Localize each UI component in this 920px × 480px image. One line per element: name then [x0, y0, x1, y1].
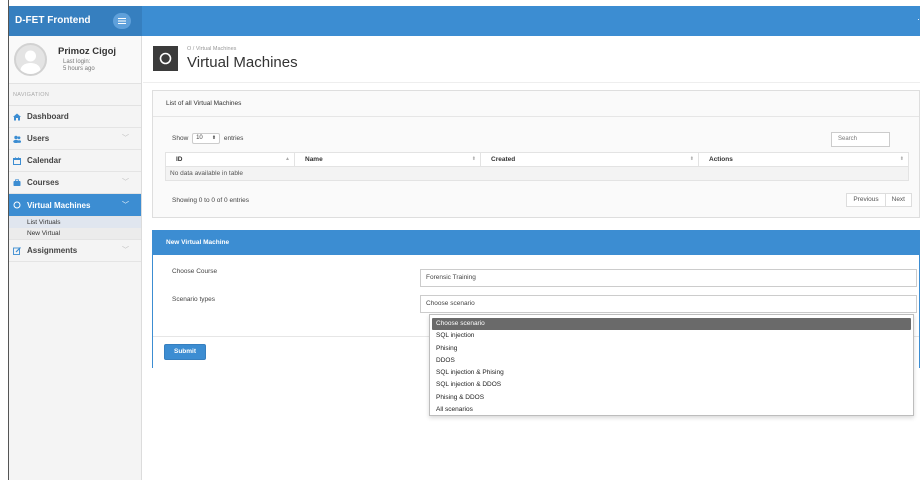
scenario-option[interactable]: SQL injection & Phising: [430, 367, 913, 379]
course-label: Choose Course: [172, 268, 218, 275]
entries-label: entries: [223, 135, 244, 143]
table-info: Showing 0 to 0 of 0 entries: [172, 197, 249, 204]
sidebar-item-dashboard[interactable]: Dashboard: [9, 106, 141, 128]
sidebar-item-assignments[interactable]: Assignments ﹀: [9, 240, 141, 262]
calendar-icon: [13, 157, 21, 165]
divider: [143, 82, 920, 83]
sidebar-item-label: Dashboard: [27, 112, 69, 121]
sidebar-item-courses[interactable]: Courses ﹀: [9, 172, 141, 194]
table-row: No data available in table: [165, 166, 909, 181]
sidebar-item-label: Virtual Machines: [27, 201, 91, 210]
pagination: Previous Next: [846, 193, 912, 207]
scenario-dropdown-list: Choose scenario SQL injection Phising DD…: [429, 314, 914, 416]
sidebar-item-calendar[interactable]: Calendar: [9, 150, 141, 172]
entries-select[interactable]: 10 ⬍: [192, 133, 221, 144]
box-title: New Virtual Machine: [153, 231, 919, 255]
scenario-option[interactable]: SQL injection & DDOS: [430, 379, 913, 391]
courses-icon: [13, 179, 21, 186]
chevron-down-icon: ﹀: [122, 179, 129, 186]
user-panel: Primoz Cigoj Last login: 5 hours ago: [9, 36, 141, 84]
entries-length-control: Show 10 ⬍ entries: [172, 133, 243, 144]
column-label: Name: [305, 156, 323, 163]
sidebar-submenu: List Virtuals New Virtual: [9, 217, 141, 240]
sidebar-item-users[interactable]: Users ﹀: [9, 128, 141, 150]
column-header-name[interactable]: Name ⬍: [294, 152, 481, 167]
sidebar: Primoz Cigoj Last login: 5 hours ago NAV…: [9, 36, 142, 480]
chevron-down-icon: ﹀: [122, 202, 129, 209]
breadcrumb[interactable]: O / Virtual Machines: [187, 46, 236, 52]
scenario-option[interactable]: Phising & DDOS: [430, 392, 913, 404]
column-label: Actions: [709, 156, 733, 163]
sort-icon: ⬍: [471, 156, 476, 162]
sidebar-subitem-list-virtuals[interactable]: List Virtuals: [9, 217, 141, 228]
sidebar-item-label: Assignments: [27, 246, 78, 255]
entries-value: 10: [196, 135, 203, 141]
scenario-option[interactable]: DDOS: [430, 355, 913, 367]
sidebar-item-virtual-machines[interactable]: Virtual Machines ﹀: [9, 194, 141, 217]
course-select[interactable]: Forensic Training: [420, 269, 917, 287]
box-title: List of all Virtual Machines: [153, 91, 919, 117]
sidebar-item-label: Courses: [27, 178, 60, 187]
top-navbar: D-FET Frontend ·: [9, 6, 920, 36]
users-icon: [13, 135, 21, 143]
submit-button[interactable]: Submit: [164, 344, 206, 360]
scenario-option[interactable]: Choose scenario: [432, 318, 911, 331]
app-window: D-FET Frontend · Primoz Cigoj Last login…: [9, 0, 920, 480]
brand-logo[interactable]: D-FET Frontend: [9, 6, 142, 36]
chevron-down-icon: ﹀: [122, 247, 129, 254]
empty-table-message: No data available in table: [165, 166, 909, 181]
column-header-actions[interactable]: Actions ⬍: [698, 152, 909, 167]
column-header-created[interactable]: Created ⬍: [480, 152, 699, 167]
brand-label: D-FET Frontend: [15, 15, 91, 26]
last-login: Last login: 5 hours ago: [63, 59, 95, 73]
sidebar-subitem-new-virtual[interactable]: New Virtual: [9, 228, 141, 239]
home-icon: [13, 113, 21, 121]
sidebar-item-label: Users: [27, 134, 50, 143]
page-circle-icon: [153, 46, 178, 71]
scenario-option[interactable]: All scenarios: [430, 404, 913, 416]
show-label: Show: [172, 135, 189, 143]
scenario-label: Scenario types: [172, 296, 215, 303]
column-label: Created: [491, 156, 516, 163]
scenario-select[interactable]: Choose scenario: [420, 295, 917, 313]
scenario-option[interactable]: Phising: [430, 343, 913, 355]
sidebar-item-label: Calendar: [27, 156, 62, 165]
page-title: Virtual Machines: [187, 54, 298, 71]
search-input[interactable]: Search: [831, 132, 890, 147]
nav-header: NAVIGATION: [9, 84, 141, 106]
avatar: [14, 43, 47, 76]
chevron-down-icon: ﹀: [122, 135, 129, 142]
sort-icon: ⬍: [899, 156, 904, 162]
vm-list-box: List of all Virtual Machines Show 10 ⬍ en…: [152, 90, 920, 218]
scenario-option[interactable]: SQL injection: [430, 330, 913, 342]
column-header-id[interactable]: ID ▲: [165, 152, 295, 167]
last-login-label: Last login:: [63, 59, 91, 65]
previous-button[interactable]: Previous: [846, 193, 886, 207]
window-frame-left: [0, 0, 9, 480]
user-name: Primoz Cigoj: [58, 46, 117, 57]
sort-icon: ⬍: [689, 156, 694, 162]
column-label: ID: [176, 156, 183, 163]
last-login-value: 5 hours ago: [63, 66, 95, 72]
vm-table: ID ▲ Name ⬍ Created ⬍ Actions ⬍ No data avai…: [165, 152, 909, 181]
sidebar-toggle-button[interactable]: [113, 13, 131, 29]
next-button[interactable]: Next: [885, 193, 912, 207]
select-arrows-icon: ⬍: [211, 135, 217, 141]
edit-icon: [13, 247, 21, 255]
menu-icon: [118, 18, 126, 24]
circle-icon: [13, 201, 21, 209]
sort-asc-icon: ▲: [285, 156, 290, 162]
